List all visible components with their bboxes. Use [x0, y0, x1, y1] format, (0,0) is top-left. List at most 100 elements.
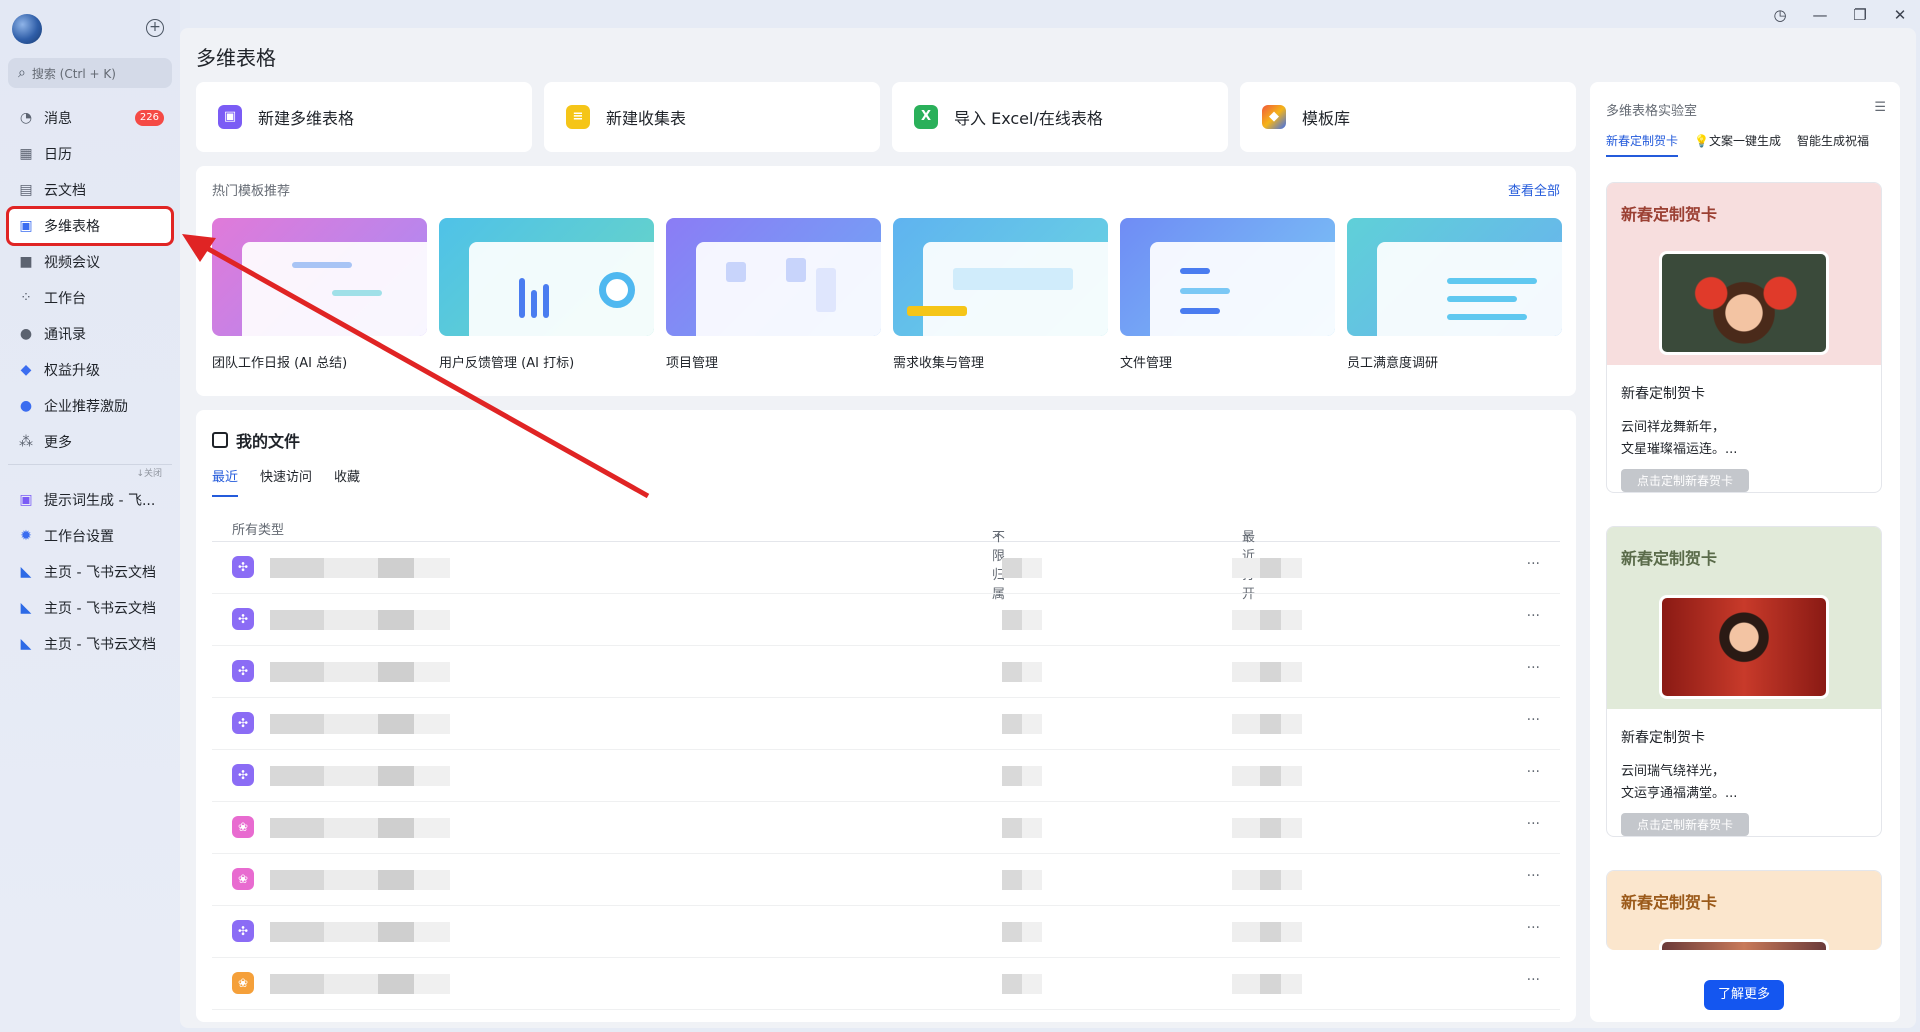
card-text-line: 文运亨通福满堂。...	[1621, 786, 1738, 801]
sidebar-item-more[interactable]: ⁂ 更多	[8, 424, 172, 460]
table-row[interactable]: ❀ ···	[212, 802, 1560, 854]
more-icon[interactable]: ···	[1527, 660, 1540, 676]
template-card[interactable]: 需求收集与管理	[893, 218, 1108, 371]
learn-more-button[interactable]: 了解更多	[1704, 980, 1784, 1010]
pinned-item[interactable]: ◣ 主页 - 飞书云文档	[8, 590, 172, 626]
owner-redacted	[1002, 974, 1042, 994]
template-list: 团队工作日报 (AI 总结) 用户反馈管理 (AI 打标) 项目管理 需求收集与…	[212, 218, 1562, 371]
minimize-icon[interactable]: —	[1800, 4, 1840, 26]
time-redacted	[1232, 766, 1302, 786]
tab-recent[interactable]: 最近	[212, 466, 239, 497]
import-excel-button[interactable]: X 导入 Excel/在线表格	[892, 82, 1228, 152]
template-card[interactable]: 团队工作日报 (AI 总结)	[212, 218, 427, 371]
new-form-button[interactable]: ≡ 新建收集表	[544, 82, 880, 152]
sidebar-item-video[interactable]: ■ 视频会议	[8, 244, 172, 280]
card-title: 新春定制贺卡	[1621, 386, 1705, 402]
base-icon: ✣	[232, 660, 254, 682]
file-list: ✣ ··· ✣ ··· ✣ ··· ✣ ··· ✣ ··· ❀ ··· ❀ ··· ✣ ··· …	[212, 542, 1560, 1010]
file-table-header: 所有类型 不限归属 ⌄ 最近打开 ⌄	[212, 512, 1560, 602]
table-row[interactable]: ❀ ···	[212, 854, 1560, 906]
card-image	[1659, 595, 1829, 699]
time-redacted	[1232, 818, 1302, 838]
base-icon: ▣	[19, 218, 33, 234]
table-row[interactable]: ✣ ···	[212, 906, 1560, 958]
collapse-toggle[interactable]: ↓关闭	[8, 464, 172, 482]
card-body: 新春定制贺卡 云间祥龙舞新年， 文星璀璨福运连。... 点击定制新春贺卡	[1607, 365, 1881, 492]
more-icon[interactable]: ···	[1527, 556, 1540, 572]
sidebar-item-upgrade[interactable]: ◆ 权益升级	[8, 352, 172, 388]
sidebar-item-label: 更多	[44, 435, 72, 451]
quick-action-label: 新建多维表格	[258, 109, 355, 128]
type-filter[interactable]: 所有类型	[232, 519, 284, 538]
sidebar-item-workplace[interactable]: ⁘ 工作台	[8, 280, 172, 316]
table-row[interactable]: ✣ ···	[212, 698, 1560, 750]
menu-icon[interactable]: ☰	[1874, 100, 1886, 115]
owner-redacted	[1002, 870, 1042, 890]
table-row[interactable]: ✣ ···	[212, 594, 1560, 646]
table-row[interactable]: ❀ ···	[212, 958, 1560, 1010]
sidebar-item-docs[interactable]: ▤ 云文档	[8, 172, 172, 208]
pinned-item[interactable]: ◣ 主页 - 飞书云文档	[8, 626, 172, 662]
sidebar-item-referral[interactable]: ● 企业推荐激励	[8, 388, 172, 424]
add-icon[interactable]: +	[146, 19, 164, 37]
view-all-link[interactable]: 查看全部	[1508, 180, 1560, 199]
tab-blessing[interactable]: 智能生成祝福	[1797, 132, 1869, 157]
owner-redacted	[1002, 610, 1042, 630]
pinned-item-label: 主页 - 飞书云文档	[44, 601, 156, 617]
pinned-item[interactable]: ✹ 工作台设置	[8, 518, 172, 554]
tab-favorites[interactable]: 收藏	[334, 466, 360, 497]
feishu-icon: ◣	[20, 600, 32, 616]
template-card[interactable]: 项目管理	[666, 218, 881, 371]
template-card[interactable]: 员工满意度调研	[1347, 218, 1562, 371]
template-thumbnail	[666, 218, 881, 336]
more-icon[interactable]: ···	[1527, 764, 1540, 780]
card-image	[1659, 251, 1829, 355]
sidebar-item-messages[interactable]: ◔ 消息 226	[8, 100, 172, 136]
more-icon[interactable]: ···	[1527, 816, 1540, 832]
new-base-button[interactable]: ▣ 新建多维表格	[196, 82, 532, 152]
sidebar-nav: ◔ 消息 226 ▦ 日历 ▤ 云文档 ▣ 多维表格 ■ 视频会议 ⁘ 工作台 …	[6, 100, 174, 662]
tab-greeting-card[interactable]: 新春定制贺卡	[1606, 132, 1679, 157]
tab-quick-access[interactable]: 快速访问	[260, 466, 312, 497]
sidebar-item-calendar[interactable]: ▦ 日历	[8, 136, 172, 172]
file-name-redacted	[270, 818, 450, 838]
more-icon[interactable]: ···	[1527, 972, 1540, 988]
template-card[interactable]: 文件管理	[1120, 218, 1335, 371]
avatar[interactable]	[12, 14, 42, 44]
more-icon[interactable]: ···	[1527, 608, 1540, 624]
close-icon[interactable]: ✕	[1880, 4, 1920, 26]
pinned-item[interactable]: ▣ 提示词生成 - 飞...	[8, 482, 172, 518]
template-name: 用户反馈管理 (AI 打标)	[439, 356, 575, 371]
template-thumbnail	[439, 218, 654, 336]
pinned-item-label: 工作台设置	[44, 529, 114, 545]
pinned-item-label: 主页 - 飞书云文档	[44, 565, 156, 581]
pinned-item[interactable]: ◣ 主页 - 飞书云文档	[8, 554, 172, 590]
sidebar-item-base[interactable]: ▣ 多维表格	[6, 206, 174, 246]
diamond-icon: ◆	[20, 362, 32, 378]
clock-icon[interactable]: ◷	[1760, 4, 1800, 26]
base-icon: ✣	[232, 712, 254, 734]
time-redacted	[1232, 974, 1302, 994]
search-input[interactable]: ⌕ 搜索 (Ctrl + K)	[8, 58, 172, 88]
restore-icon[interactable]: ❐	[1840, 4, 1880, 26]
sidebar-item-contacts[interactable]: ● 通讯录	[8, 316, 172, 352]
more-icon[interactable]: ···	[1527, 868, 1540, 884]
quick-action-label: 导入 Excel/在线表格	[954, 109, 1103, 128]
more-icon[interactable]: ···	[1527, 712, 1540, 728]
customize-card-button[interactable]: 点击定制新春贺卡	[1621, 469, 1750, 492]
customize-card-button[interactable]: 点击定制新春贺卡	[1621, 813, 1750, 836]
more-icon[interactable]: ···	[1527, 920, 1540, 936]
tab-copywriting[interactable]: 💡文案一键生成	[1694, 132, 1781, 157]
table-row[interactable]: ✣ ···	[212, 750, 1560, 802]
owner-redacted	[1002, 922, 1042, 942]
template-name: 项目管理	[666, 356, 719, 371]
template-library-button[interactable]: ◆ 模板库	[1240, 82, 1576, 152]
video-icon: ■	[19, 254, 33, 270]
base-icon: ✣	[232, 608, 254, 630]
table-row[interactable]: ✣ ···	[212, 646, 1560, 698]
person-icon: ●	[19, 398, 33, 414]
table-row[interactable]: ✣ ···	[212, 542, 1560, 594]
base-icon: ✣	[232, 556, 254, 578]
template-card[interactable]: 用户反馈管理 (AI 打标)	[439, 218, 654, 371]
contacts-icon: ●	[19, 326, 33, 342]
